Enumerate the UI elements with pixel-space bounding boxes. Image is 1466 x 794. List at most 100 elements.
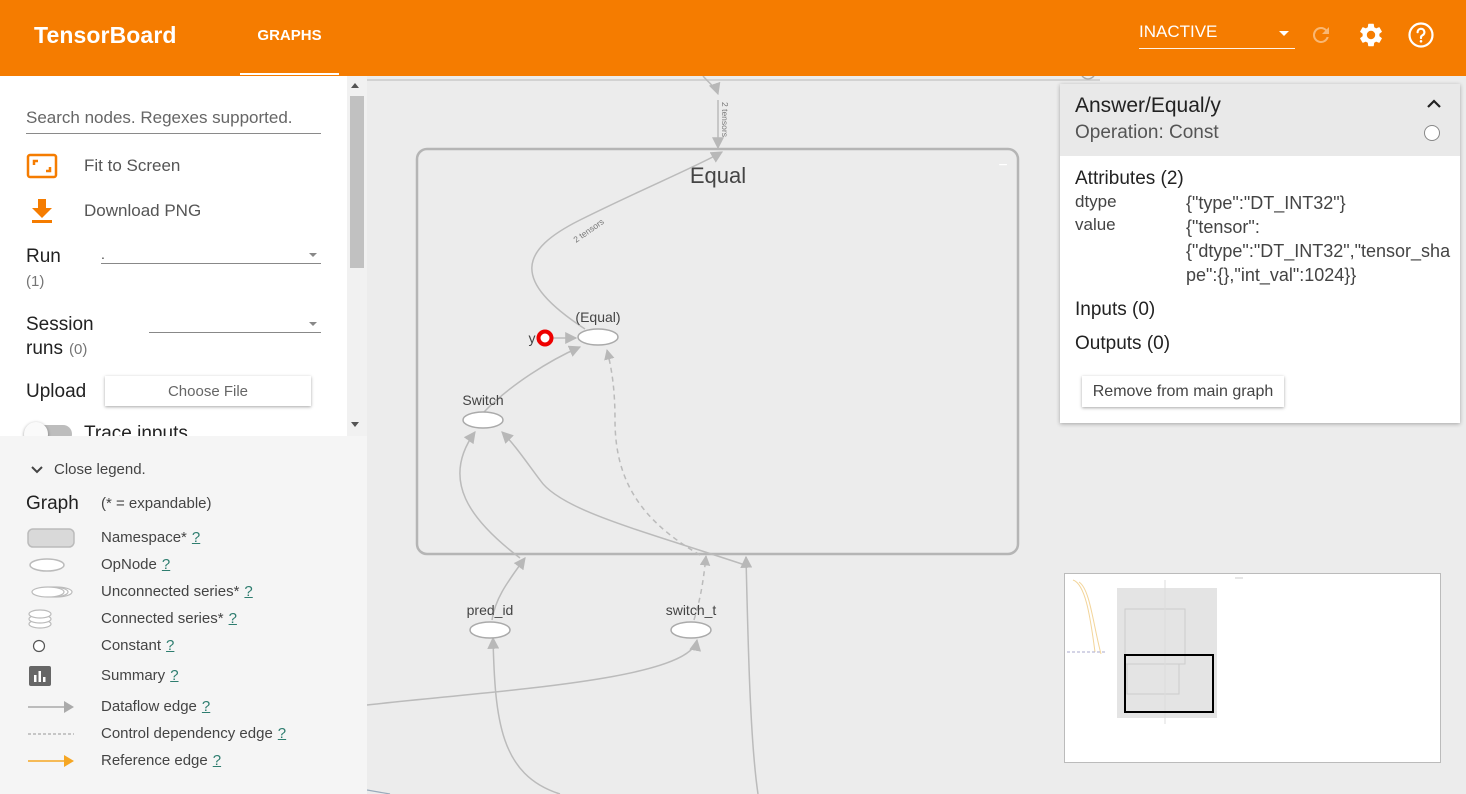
fit-to-screen-label: Fit to Screen [84, 156, 181, 175]
search-input[interactable] [26, 108, 321, 128]
minimap[interactable] [1064, 573, 1441, 763]
run-label: Run [26, 246, 61, 267]
help-link[interactable]: ? [162, 556, 170, 573]
legend-item-summary: Summary? [26, 665, 356, 687]
help-link[interactable]: ? [192, 529, 200, 546]
info-card-header: Answer/Equal/y Operation: Const [1060, 84, 1460, 156]
chevron-down-icon [309, 322, 317, 326]
legend-label: Namespace* [101, 529, 187, 546]
node-equal-label: (Equal) [575, 309, 620, 325]
legend-item-control-dependency-edge: Control dependency edge? [26, 723, 356, 745]
sidebar-scroll-thumb[interactable] [350, 96, 364, 268]
top-toolbar: TensorBoard GRAPHS INACTIVE [0, 0, 1466, 76]
legend-subtitle: (* = expandable) [101, 495, 212, 512]
help-link[interactable]: ? [166, 637, 174, 654]
summary-icon [26, 665, 82, 687]
fit-screen-icon [26, 151, 60, 181]
toggle-switch[interactable] [24, 422, 72, 436]
legend-item-connected-series: Connected series*? [26, 608, 356, 630]
help-link[interactable]: ? [278, 725, 286, 742]
node-switch-label: Switch [462, 392, 503, 408]
session-label: Session [26, 314, 94, 335]
node-switch-t[interactable] [670, 621, 712, 639]
scroll-up-icon[interactable] [351, 83, 359, 88]
settings-icon[interactable] [1356, 20, 1386, 50]
node-info-card: Answer/Equal/y Operation: Const Attribut… [1060, 84, 1460, 423]
node-title: Answer/Equal/y [1075, 94, 1221, 117]
reload-icon[interactable] [1306, 20, 1336, 50]
session-count: (0) [69, 341, 88, 358]
legend-label: OpNode [101, 556, 157, 573]
edge-external-ns [740, 555, 759, 794]
inputs-title: Inputs (0) [1075, 299, 1156, 320]
namespace-equal[interactable] [415, 147, 1020, 556]
run-dropdown-value: . [101, 246, 105, 262]
minimap-viewport[interactable] [1124, 654, 1214, 713]
legend-item-unconnected-series: Unconnected series*? [26, 581, 356, 603]
node-equal[interactable] [577, 328, 619, 346]
search-field[interactable] [26, 108, 321, 134]
trace-inputs-label: Trace inputs [84, 423, 188, 436]
tensorboard-app: { "header": { "brand": "TensorBoard", "t… [0, 0, 1466, 794]
tab-graphs[interactable]: GRAPHS [240, 0, 339, 76]
help-link[interactable]: ? [170, 667, 178, 684]
outputs-title: Outputs (0) [1075, 333, 1171, 354]
attr-key: value [1075, 215, 1116, 234]
legend-label: Connected series* [101, 610, 224, 627]
help-link[interactable]: ? [229, 610, 237, 627]
constant-icon [26, 635, 82, 657]
app-title: TensorBoard [34, 22, 177, 48]
session-dropdown[interactable] [149, 315, 321, 333]
edge-external-switcht [367, 638, 701, 706]
help-link[interactable]: ? [244, 583, 252, 600]
node-pred-id[interactable] [469, 621, 511, 639]
active-tab-indicator [240, 73, 339, 75]
dataflow-edge-icon [26, 696, 82, 718]
sidebar: Fit to Screen Download PNG Run (1) . Ses… [0, 76, 367, 794]
scroll-down-icon[interactable] [351, 422, 359, 427]
legend-label: Reference edge [101, 752, 208, 769]
legend-label: Unconnected series* [101, 583, 240, 600]
choose-file-button[interactable]: Choose File [105, 376, 311, 406]
node-y-label: y [529, 330, 536, 346]
minimap-edge [1072, 579, 1096, 653]
run-dropdown[interactable]: . [101, 246, 321, 264]
legend-label: Dataflow edge [101, 698, 197, 715]
node-switch-t-label: switch_t [666, 602, 717, 618]
namespace-collapse-icon[interactable]: − [998, 157, 1007, 174]
opnode-icon [26, 554, 82, 576]
help-link[interactable]: ? [213, 752, 221, 769]
legend-item-reference-edge: Reference edge? [26, 750, 356, 772]
reference-edge-icon [26, 750, 82, 772]
legend-panel: Close legend. Graph (* = expandable) Nam… [0, 436, 367, 794]
fit-to-screen-button[interactable]: Fit to Screen [26, 151, 180, 181]
run-status-select[interactable]: INACTIVE [1139, 22, 1295, 49]
node-switch[interactable] [462, 411, 504, 429]
close-legend-label: Close legend. [54, 461, 146, 478]
chevron-down-icon [309, 253, 317, 257]
legend-label: Constant [101, 637, 162, 654]
remove-from-main-graph-button[interactable]: Remove from main graph [1082, 376, 1284, 407]
download-png-button[interactable]: Download PNG [26, 196, 201, 226]
control-edge-icon [26, 723, 82, 745]
legend-item-constant: Constant? [26, 635, 356, 657]
legend-label: Summary [101, 667, 166, 684]
edge-top-right-fragment [1081, 76, 1095, 80]
constant-icon [1424, 125, 1440, 141]
node-op-type: Operation: Const [1075, 122, 1219, 143]
legend-title: Graph [26, 493, 79, 514]
attributes-title: Attributes (2) [1075, 168, 1184, 189]
attr-value: {"type":"DT_INT32"} [1186, 193, 1346, 213]
trace-inputs-toggle[interactable]: Trace inputs [24, 422, 188, 436]
namespace-title: Equal [690, 163, 746, 188]
legend-label: Control dependency edge [101, 725, 273, 742]
node-y-constant[interactable] [536, 329, 554, 347]
legend-item-namespace: Namespace*? [26, 527, 356, 549]
toggle-knob [24, 422, 48, 436]
close-legend-toggle[interactable]: Close legend. [30, 461, 146, 478]
chevron-up-icon[interactable] [1424, 94, 1444, 114]
help-link[interactable]: ? [202, 698, 210, 715]
download-icon [26, 196, 60, 226]
unconnected-series-icon [26, 581, 82, 603]
help-icon[interactable] [1406, 20, 1436, 50]
